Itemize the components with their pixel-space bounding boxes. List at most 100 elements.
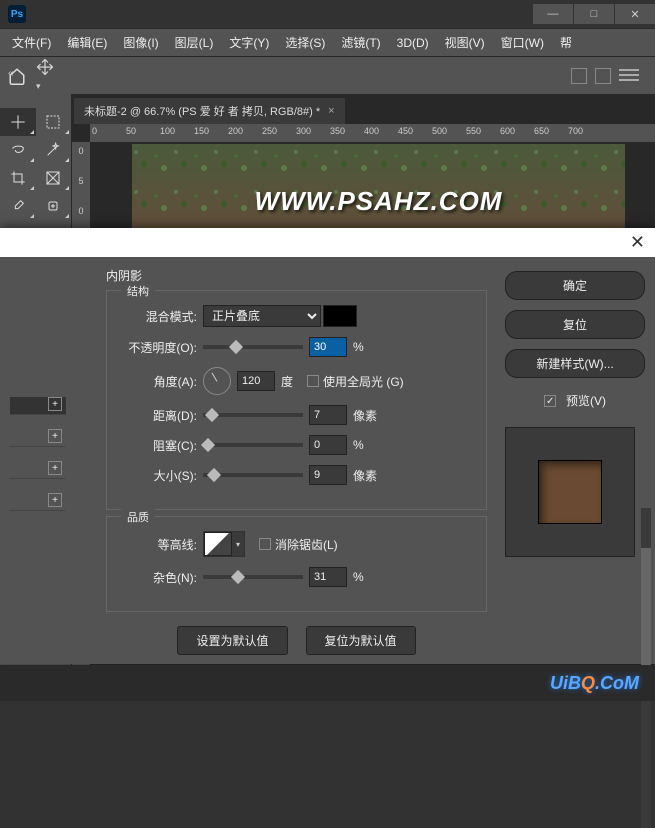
- opacity-slider[interactable]: [203, 345, 303, 349]
- global-light-label: 使用全局光 (G): [323, 373, 404, 390]
- close-window-button[interactable]: ✕: [615, 4, 655, 24]
- style-list-item[interactable]: +: [10, 461, 66, 479]
- close-tab-icon[interactable]: ×: [328, 105, 334, 117]
- shadow-color-swatch[interactable]: [323, 305, 357, 327]
- eyedropper-tool[interactable]: [0, 192, 36, 220]
- menu-3d[interactable]: 3D(D): [389, 36, 437, 50]
- document-tab[interactable]: 未标题-2 @ 66.7% (PS 爱 好 者 拷贝, RGB/8#) * ×: [74, 98, 345, 124]
- menubar: 文件(F) 编辑(E) 图像(I) 图层(L) 文字(Y) 选择(S) 滤镜(T…: [0, 28, 655, 56]
- menu-filter[interactable]: 滤镜(T): [333, 34, 388, 51]
- noise-input[interactable]: [309, 567, 347, 587]
- ruler-tick: 550: [466, 126, 481, 136]
- options-menu-icon[interactable]: [619, 74, 639, 76]
- marquee-tool[interactable]: [36, 108, 72, 136]
- option-box-2[interactable]: [595, 68, 611, 84]
- antialias-checkbox[interactable]: [259, 538, 271, 550]
- ruler-tick: 0: [78, 206, 83, 216]
- plus-icon[interactable]: +: [48, 493, 62, 507]
- size-unit: 像素: [353, 467, 377, 484]
- options-right: [571, 68, 647, 84]
- style-list-item[interactable]: +: [10, 493, 66, 511]
- ruler-tick: 150: [194, 126, 209, 136]
- new-style-button[interactable]: 新建样式(W)...: [505, 349, 645, 378]
- section-title: 内阴影: [106, 267, 487, 284]
- ok-button[interactable]: 确定: [505, 271, 645, 300]
- ruler-tick: 50: [126, 126, 136, 136]
- lasso-tool[interactable]: [0, 136, 36, 164]
- menu-image[interactable]: 图像(I): [115, 34, 166, 51]
- menu-file[interactable]: 文件(F): [4, 34, 59, 51]
- ruler-tick: 200: [228, 126, 243, 136]
- menu-select[interactable]: 选择(S): [277, 34, 333, 51]
- collapse-panels-icon[interactable]: «: [4, 66, 18, 81]
- distance-unit: 像素: [353, 407, 377, 424]
- menu-type[interactable]: 文字(Y): [221, 34, 277, 51]
- angle-label: 角度(A):: [119, 373, 203, 390]
- dialog-close-icon[interactable]: ✕: [630, 232, 645, 253]
- ruler-tick: 450: [398, 126, 413, 136]
- angle-input[interactable]: [237, 371, 275, 391]
- plus-icon[interactable]: +: [48, 397, 62, 411]
- app-logo: Ps: [8, 5, 26, 23]
- minimize-button[interactable]: —: [533, 4, 573, 24]
- ruler-tick: 400: [364, 126, 379, 136]
- dialog-right-column: 确定 复位 新建样式(W)... 预览(V): [505, 267, 645, 654]
- global-light-checkbox[interactable]: [307, 375, 319, 387]
- contour-swatch: [204, 532, 232, 556]
- opacity-unit: %: [353, 340, 364, 354]
- document-tab-title: 未标题-2 @ 66.7% (PS 爱 好 者 拷贝, RGB/8#) *: [84, 103, 320, 119]
- ruler-tick: 0: [92, 126, 97, 136]
- crop-tool[interactable]: [0, 164, 36, 192]
- menu-edit[interactable]: 编辑(E): [59, 34, 115, 51]
- move-tool[interactable]: [0, 108, 36, 136]
- reset-button[interactable]: 复位: [505, 310, 645, 339]
- move-tool-options-icon[interactable]: ▾: [36, 58, 54, 94]
- choke-slider[interactable]: [203, 443, 303, 447]
- preview-checkbox[interactable]: [544, 395, 556, 407]
- ruler-tick: 5: [78, 176, 83, 186]
- magic-wand-tool[interactable]: [36, 136, 72, 164]
- healing-brush-tool[interactable]: [36, 192, 72, 220]
- menu-layer[interactable]: 图层(L): [167, 34, 222, 51]
- chevron-down-icon: ▾: [232, 532, 244, 556]
- choke-input[interactable]: [309, 435, 347, 455]
- layer-style-dialog: ✕ + + + + 内阴影 结构 混合模式: 正片叠底 不透明度(O):: [0, 228, 655, 664]
- maximize-button[interactable]: □: [574, 4, 614, 24]
- distance-slider[interactable]: [203, 413, 303, 417]
- option-box-1[interactable]: [571, 68, 587, 84]
- style-list-item-active[interactable]: +: [10, 397, 66, 415]
- contour-picker[interactable]: ▾: [203, 531, 245, 557]
- angle-dial[interactable]: [203, 367, 231, 395]
- options-bar: ▾: [0, 56, 655, 94]
- plus-icon[interactable]: +: [48, 461, 62, 475]
- menu-help[interactable]: 帮: [552, 34, 580, 51]
- contour-label: 等高线:: [119, 536, 203, 553]
- ruler-horizontal: 0 50 100 150 200 250 300 350 400 450 500…: [90, 124, 655, 142]
- footer-logo: UiBQ.CoM: [550, 673, 639, 694]
- preview-swatch: [538, 460, 602, 524]
- frame-tool[interactable]: [36, 164, 72, 192]
- titlebar: Ps — □ ✕: [0, 0, 655, 28]
- plus-icon[interactable]: +: [48, 429, 62, 443]
- style-list-item[interactable]: +: [10, 429, 66, 447]
- menu-window[interactable]: 窗口(W): [493, 34, 552, 51]
- menu-view[interactable]: 视图(V): [437, 34, 493, 51]
- ruler-tick: 600: [500, 126, 515, 136]
- noise-unit: %: [353, 570, 364, 584]
- ruler-tick: 650: [534, 126, 549, 136]
- blend-mode-select[interactable]: 正片叠底: [203, 305, 321, 327]
- ruler-tick: 350: [330, 126, 345, 136]
- preview-label: 预览(V): [566, 392, 606, 409]
- reset-default-button[interactable]: 复位为默认值: [306, 626, 416, 655]
- scrollbar-thumb[interactable]: [641, 548, 651, 678]
- blend-mode-label: 混合模式:: [119, 308, 203, 325]
- make-default-button[interactable]: 设置为默认值: [177, 626, 287, 655]
- structure-fieldset: 结构 混合模式: 正片叠底 不透明度(O): % 角度(A): 度: [106, 290, 487, 510]
- ruler-tick: 250: [262, 126, 277, 136]
- noise-slider[interactable]: [203, 575, 303, 579]
- opacity-input[interactable]: [309, 337, 347, 357]
- size-slider[interactable]: [203, 473, 303, 477]
- ruler-tick: 0: [78, 146, 83, 156]
- size-input[interactable]: [309, 465, 347, 485]
- distance-input[interactable]: [309, 405, 347, 425]
